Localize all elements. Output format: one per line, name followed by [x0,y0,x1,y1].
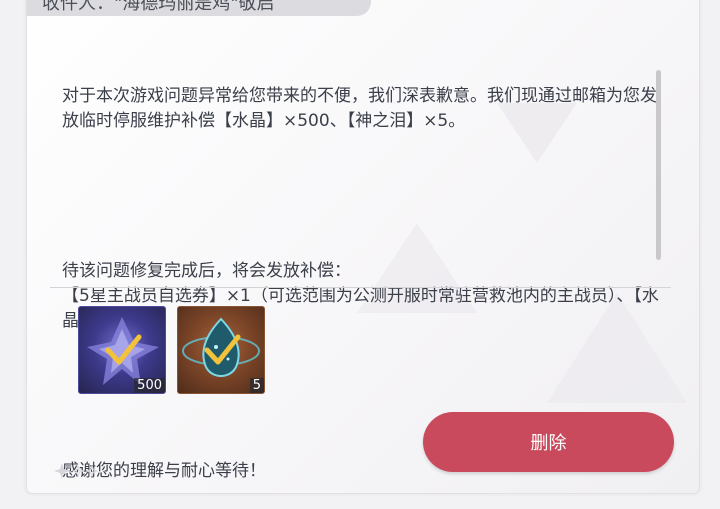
recipient-line: 收件人："海德玛丽是鸡"敬启 [42,0,275,14]
attachment-count: 500 [134,378,165,393]
message-paragraph: 对于本次游戏问题异常给您带来的不便，我们深表歉意。我们现通过邮箱为您发放临时停服… [62,86,657,131]
delete-button[interactable]: 删除 [423,412,674,472]
attachment-tear-of-god[interactable]: 5 [177,306,265,394]
attachment-crystal[interactable]: 500 [78,306,166,394]
scrollbar[interactable] [656,70,661,260]
divider [50,287,671,288]
sparkle-icon [54,463,98,479]
attachment-count: 5 [249,378,264,393]
